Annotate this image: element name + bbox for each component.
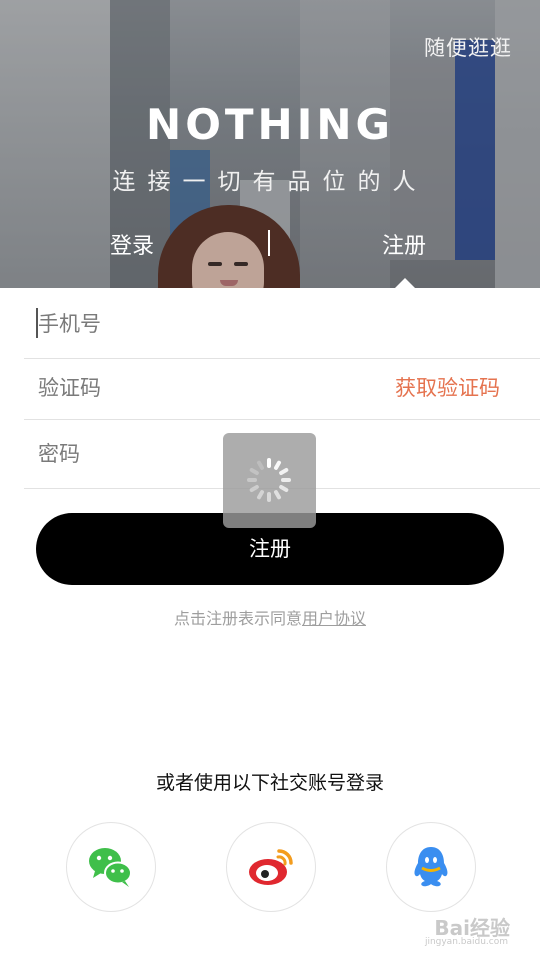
tagline: 连接一切有品位的人	[112, 169, 428, 195]
loading-overlay	[223, 433, 316, 528]
browse-link[interactable]: 随便逛逛	[424, 32, 512, 62]
phone-input[interactable]	[36, 290, 380, 358]
qq-icon	[414, 847, 448, 887]
weibo-icon	[249, 849, 293, 885]
text-cursor	[36, 308, 38, 338]
wechat-icon	[89, 848, 132, 887]
qq-login-button[interactable]	[386, 822, 476, 912]
watermark-url: jingyan.baidu.com	[424, 937, 508, 947]
tab-register[interactable]: 注册	[382, 228, 426, 260]
phone-field-row	[24, 290, 540, 359]
verification-code-input[interactable]	[36, 357, 380, 419]
agreement-notice: 点击注册表示同意用户协议	[0, 605, 540, 629]
user-agreement-link[interactable]: 用户协议	[302, 609, 366, 628]
password-input[interactable]	[36, 420, 380, 488]
tab-login[interactable]: 登录	[110, 228, 154, 260]
get-code-button[interactable]: 获取验证码	[395, 372, 500, 402]
wechat-login-button[interactable]	[66, 822, 156, 912]
tab-divider	[268, 230, 270, 256]
social-login-title: 或者使用以下社交账号登录	[155, 772, 384, 794]
agreement-text: 点击注册表示同意	[173, 609, 302, 628]
active-tab-pointer	[394, 278, 416, 289]
weibo-login-button[interactable]	[226, 822, 316, 912]
brand-logo: NOTHING	[146, 100, 394, 149]
